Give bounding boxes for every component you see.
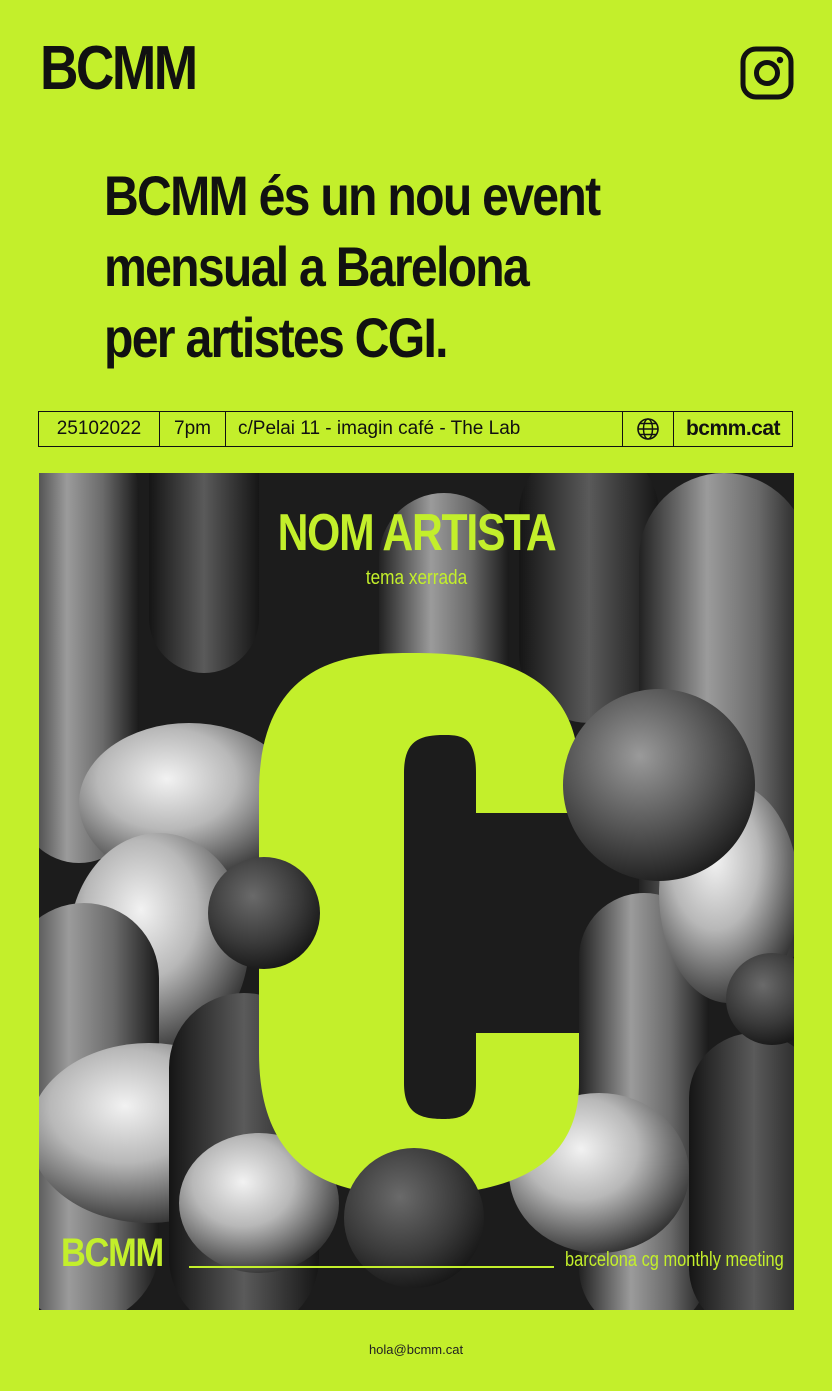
poster-artwork	[39, 473, 794, 1310]
event-address: c/Pelai 11 - imagin café - The Lab	[226, 412, 623, 446]
headline-line-1: BCMM és un nou event	[104, 164, 601, 227]
instagram-icon[interactable]	[740, 46, 794, 100]
event-info-bar: 25102022 7pm c/Pelai 11 - imagin café - …	[38, 411, 793, 447]
brand-logo: BCMM	[40, 34, 198, 103]
website-link[interactable]: bcmm.cat	[674, 412, 792, 446]
globe-icon[interactable]	[623, 412, 674, 446]
event-poster: NOM ARTISTA tema xerrada BCMM barcelona …	[39, 473, 794, 1310]
globe-icon-svg	[637, 418, 659, 440]
poster-divider	[189, 1266, 554, 1268]
poster-logo: BCMM	[61, 1231, 164, 1275]
event-time: 7pm	[160, 412, 226, 446]
artist-name: NOM ARTISTA	[277, 504, 557, 562]
headline: BCMM és un nou event mensual a Barelona …	[104, 160, 706, 373]
event-date: 25102022	[39, 412, 160, 446]
poster-tagline: barcelona cg monthly meeting	[565, 1249, 784, 1271]
headline-line-3: per artistes CGI.	[104, 306, 449, 369]
headline-line-2: mensual a Barelona	[104, 235, 530, 298]
contact-email[interactable]: hola@bcmm.cat	[0, 1342, 832, 1357]
talk-theme: tema xerrada	[365, 567, 468, 589]
